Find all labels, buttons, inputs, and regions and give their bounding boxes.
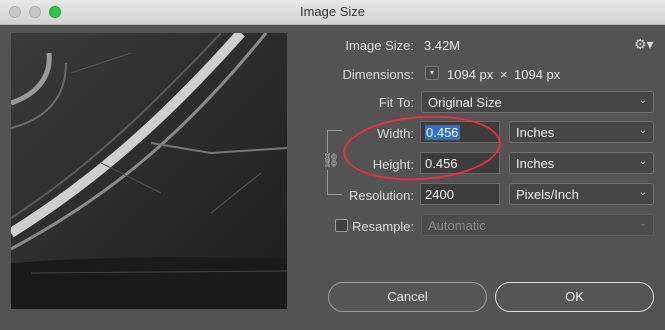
resample-checkbox[interactable]	[335, 219, 348, 232]
dimensions-width: 1094 px	[447, 67, 494, 82]
ok-button[interactable]: OK	[495, 282, 654, 312]
window-title: Image Size	[299, 4, 366, 19]
resample-label: Resample:	[352, 219, 415, 234]
chevron-down-icon: ⌄	[638, 95, 647, 106]
chevron-down-icon: ⌄	[638, 218, 647, 229]
title-bar: Image Size	[0, 0, 665, 25]
fit-to-label: Fit To:	[378, 95, 414, 110]
resample-value: Automatic	[428, 218, 486, 233]
resolution-unit-select[interactable]: Pixels/Inch ⌄	[509, 183, 654, 205]
resolution-unit: Pixels/Inch	[516, 187, 579, 202]
chevron-down-icon: ⌄	[638, 187, 647, 198]
width-unit-select[interactable]: Inches ⌄	[509, 121, 654, 143]
height-unit-select[interactable]: Inches ⌄	[509, 152, 654, 174]
chevron-down-icon: ⌄	[638, 125, 647, 136]
chevron-down-icon[interactable]: ▾	[425, 66, 439, 80]
width-unit: Inches	[516, 125, 555, 140]
image-size-value: 3.42M	[424, 38, 461, 53]
image-size-label: Image Size:	[345, 38, 414, 53]
resolution-label: Resolution:	[348, 188, 414, 203]
dimensions-label: Dimensions:	[342, 67, 414, 82]
image-size-dialog: Image Size Image Size: 3.42M ⚙▾ Dimensio…	[0, 0, 665, 330]
dimensions-separator: ×	[500, 67, 508, 82]
gear-icon[interactable]: ⚙▾	[634, 36, 654, 53]
height-unit: Inches	[516, 156, 555, 171]
fit-to-select[interactable]: Original Size ⌄	[421, 91, 654, 113]
dimensions-height: 1094 px	[514, 67, 561, 82]
resolution-input[interactable]: 2400	[420, 183, 500, 205]
image-preview[interactable]	[11, 33, 287, 309]
chevron-down-icon: ⌄	[638, 156, 647, 167]
preview-image	[11, 33, 287, 309]
resample-select[interactable]: Automatic ⌄	[421, 214, 654, 236]
annotation-ellipse	[340, 110, 504, 186]
resolution-value: 2400	[425, 187, 454, 202]
cancel-button[interactable]: Cancel	[328, 282, 487, 312]
fit-to-value: Original Size	[428, 95, 502, 110]
